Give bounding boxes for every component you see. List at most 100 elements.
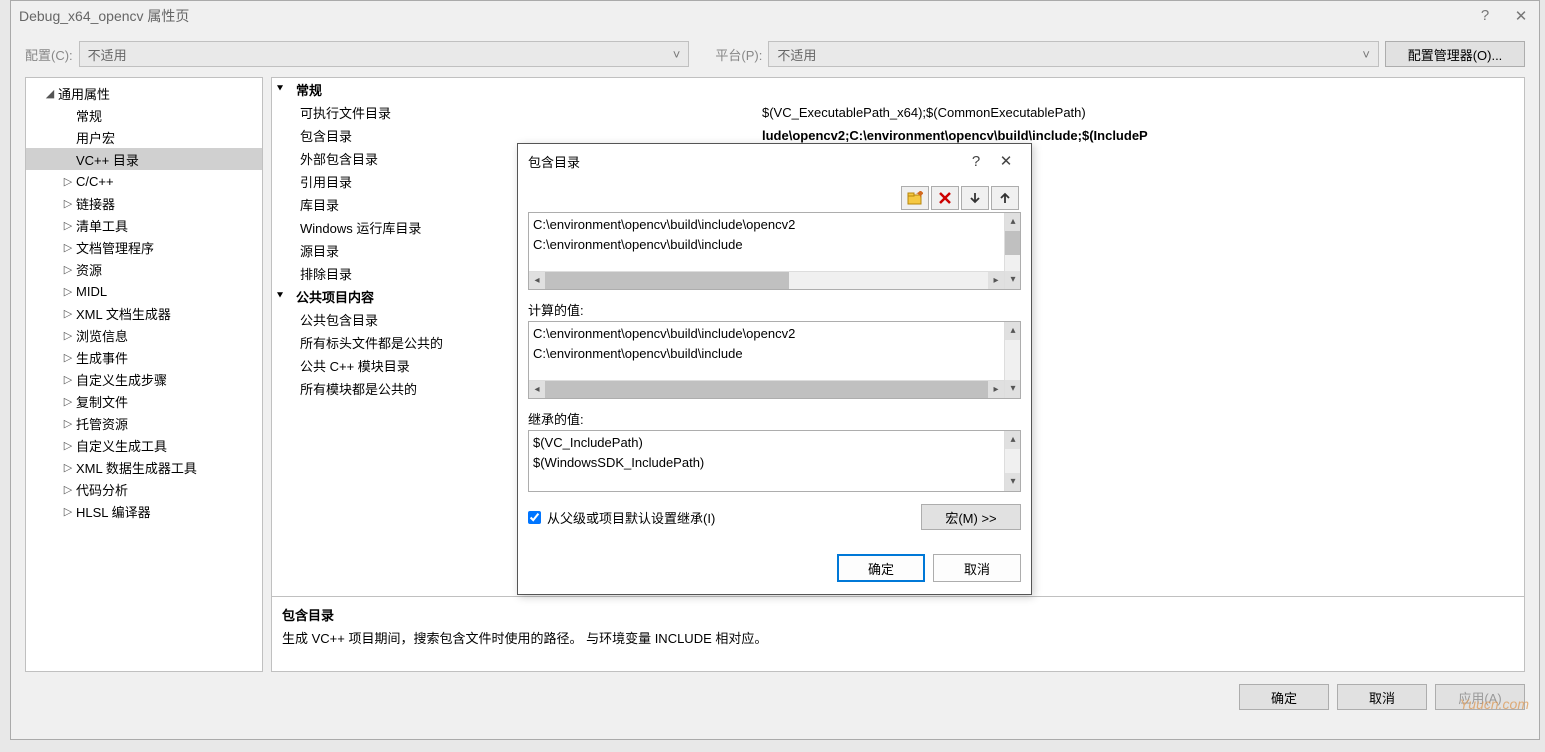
svg-text:✦: ✦: [915, 191, 923, 201]
expand-icon: ▷: [62, 439, 74, 452]
tree-item[interactable]: ▷托管资源: [26, 412, 262, 434]
tree-item[interactable]: ▷复制文件: [26, 390, 262, 412]
horizontal-scrollbar[interactable]: ◂▸: [529, 380, 1004, 398]
expand-icon: ▷: [62, 373, 74, 386]
tree-root[interactable]: ◢通用属性: [26, 82, 262, 104]
move-up-icon[interactable]: [991, 186, 1019, 210]
platform-combo[interactable]: 不适用 ˅: [768, 41, 1379, 67]
delete-icon[interactable]: [931, 186, 959, 210]
move-down-icon[interactable]: [961, 186, 989, 210]
collapse-icon[interactable]: ⯆: [272, 83, 288, 96]
property-value[interactable]: $(VC_ExecutablePath_x64);$(CommonExecuta…: [762, 105, 1524, 120]
expand-icon: ▷: [62, 329, 74, 342]
expand-icon: ▷: [62, 241, 74, 254]
dialog-ok-button[interactable]: 确定: [837, 554, 925, 582]
tree-item-label: 自定义生成工具: [76, 436, 167, 455]
expand-icon: ▷: [62, 175, 74, 188]
tree-item[interactable]: ▷自定义生成步骤: [26, 368, 262, 390]
expand-icon: ▷: [62, 395, 74, 408]
tree-item-label: VC++ 目录: [76, 150, 139, 169]
tree-item[interactable]: ▷XML 文档生成器: [26, 302, 262, 324]
list-item[interactable]: C:\environment\opencv\build\include: [533, 235, 1016, 255]
config-row: 配置(C): 不适用 ˅ 平台(P): 不适用 ˅ 配置管理器(O)...: [11, 31, 1539, 77]
watermark: Yuucn.com: [1459, 696, 1529, 712]
tree-item-label: XML 数据生成器工具: [76, 458, 197, 477]
inherited-label: 继承的值:: [528, 409, 1021, 428]
dialog-cancel-button[interactable]: 取消: [933, 554, 1021, 582]
tree-item[interactable]: ▷代码分析: [26, 478, 262, 500]
expand-icon: ▷: [62, 417, 74, 430]
property-value[interactable]: lude\opencv2;C:\environment\opencv\build…: [762, 128, 1524, 143]
property-row[interactable]: 可执行文件目录$(VC_ExecutablePath_x64);$(Common…: [272, 101, 1524, 124]
help-icon[interactable]: ?: [1475, 7, 1495, 25]
macro-button[interactable]: 宏(M) >>: [921, 504, 1021, 530]
calculated-label: 计算的值:: [528, 300, 1021, 319]
expand-icon: ▷: [62, 351, 74, 364]
tree-item[interactable]: ▷C/C++: [26, 170, 262, 192]
config-value: 不适用: [88, 45, 127, 64]
tree-item[interactable]: ▷生成事件: [26, 346, 262, 368]
dialog-help-icon[interactable]: ?: [961, 153, 991, 170]
cancel-button[interactable]: 取消: [1337, 684, 1427, 710]
triangle-down-icon: ◢: [44, 87, 56, 100]
dialog-buttons: 确定 取消 应用(A): [11, 672, 1539, 722]
expand-icon: ▷: [62, 197, 74, 210]
ok-button[interactable]: 确定: [1239, 684, 1329, 710]
tree-item-label: 代码分析: [76, 480, 128, 499]
tree-item[interactable]: ▷自定义生成工具: [26, 434, 262, 456]
list-item: $(VC_IncludePath): [533, 433, 1016, 453]
tree-item[interactable]: ▷MIDL: [26, 280, 262, 302]
tree-item[interactable]: ▷XML 数据生成器工具: [26, 456, 262, 478]
tree-item-label: XML 文档生成器: [76, 304, 171, 323]
new-folder-icon[interactable]: ✦: [901, 186, 929, 210]
tree-item-label: 清单工具: [76, 216, 128, 235]
collapse-icon[interactable]: ⯆: [272, 290, 288, 303]
dialog-titlebar: 包含目录 ? ✕: [518, 144, 1031, 178]
tree-item[interactable]: ▷浏览信息: [26, 324, 262, 346]
tree-item[interactable]: ▷文档管理程序: [26, 236, 262, 258]
description-panel: 包含目录 生成 VC++ 项目期间，搜索包含文件时使用的路径。 与环境变量 IN…: [271, 597, 1525, 672]
inherit-checkbox-label: 从父级或项目默认设置继承(I): [547, 508, 715, 527]
vertical-scrollbar[interactable]: ▴▾: [1004, 322, 1020, 398]
tree-item[interactable]: ▷HLSL 编译器: [26, 500, 262, 522]
list-item: C:\environment\opencv\build\include: [533, 344, 1016, 364]
expand-icon: ▷: [62, 285, 74, 298]
tree-item[interactable]: ▷资源: [26, 258, 262, 280]
expand-icon: ▷: [62, 263, 74, 276]
tree-item-label: 复制文件: [76, 392, 128, 411]
inherited-list: $(VC_IncludePath)$(WindowsSDK_IncludePat…: [528, 430, 1021, 492]
config-manager-button[interactable]: 配置管理器(O)...: [1385, 41, 1525, 67]
include-dirs-dialog: 包含目录 ? ✕ ✦ C:\environment\opencv\build\i…: [517, 143, 1032, 595]
tree-item-label: HLSL 编译器: [76, 502, 151, 521]
description-text: 生成 VC++ 项目期间，搜索包含文件时使用的路径。 与环境变量 INCLUDE…: [282, 628, 1514, 647]
close-icon[interactable]: ✕: [1511, 7, 1531, 25]
tree-item-label: 生成事件: [76, 348, 128, 367]
paths-list[interactable]: C:\environment\opencv\build\include\open…: [528, 212, 1021, 290]
nav-tree[interactable]: ◢通用属性 常规用户宏VC++ 目录▷C/C++▷链接器▷清单工具▷文档管理程序…: [25, 77, 263, 672]
tree-item-label: 托管资源: [76, 414, 128, 433]
description-title: 包含目录: [282, 605, 1514, 624]
tree-item[interactable]: 用户宏: [26, 126, 262, 148]
titlebar: Debug_x64_opencv 属性页 ? ✕: [11, 1, 1539, 31]
chevron-down-icon: ˅: [673, 47, 681, 62]
chevron-down-icon: ˅: [1362, 47, 1370, 62]
tree-item-label: 文档管理程序: [76, 238, 154, 257]
vertical-scrollbar[interactable]: ▴▾: [1004, 431, 1020, 491]
platform-label: 平台(P):: [715, 45, 762, 64]
expand-icon: ▷: [62, 505, 74, 518]
calculated-list: C:\environment\opencv\build\include\open…: [528, 321, 1021, 399]
inherit-checkbox[interactable]: [528, 511, 541, 524]
horizontal-scrollbar[interactable]: ◂▸: [529, 271, 1004, 289]
vertical-scrollbar[interactable]: ▴▾: [1004, 213, 1020, 289]
config-combo[interactable]: 不适用 ˅: [79, 41, 690, 67]
list-item: $(WindowsSDK_IncludePath): [533, 453, 1016, 473]
list-item[interactable]: C:\environment\opencv\build\include\open…: [533, 215, 1016, 235]
tree-item[interactable]: ▷链接器: [26, 192, 262, 214]
dialog-close-icon[interactable]: ✕: [991, 152, 1021, 170]
tree-item-label: 浏览信息: [76, 326, 128, 345]
expand-icon: ▷: [62, 219, 74, 232]
config-label: 配置(C):: [25, 45, 73, 64]
tree-item[interactable]: ▷清单工具: [26, 214, 262, 236]
tree-item[interactable]: VC++ 目录: [26, 148, 262, 170]
tree-item[interactable]: 常规: [26, 104, 262, 126]
